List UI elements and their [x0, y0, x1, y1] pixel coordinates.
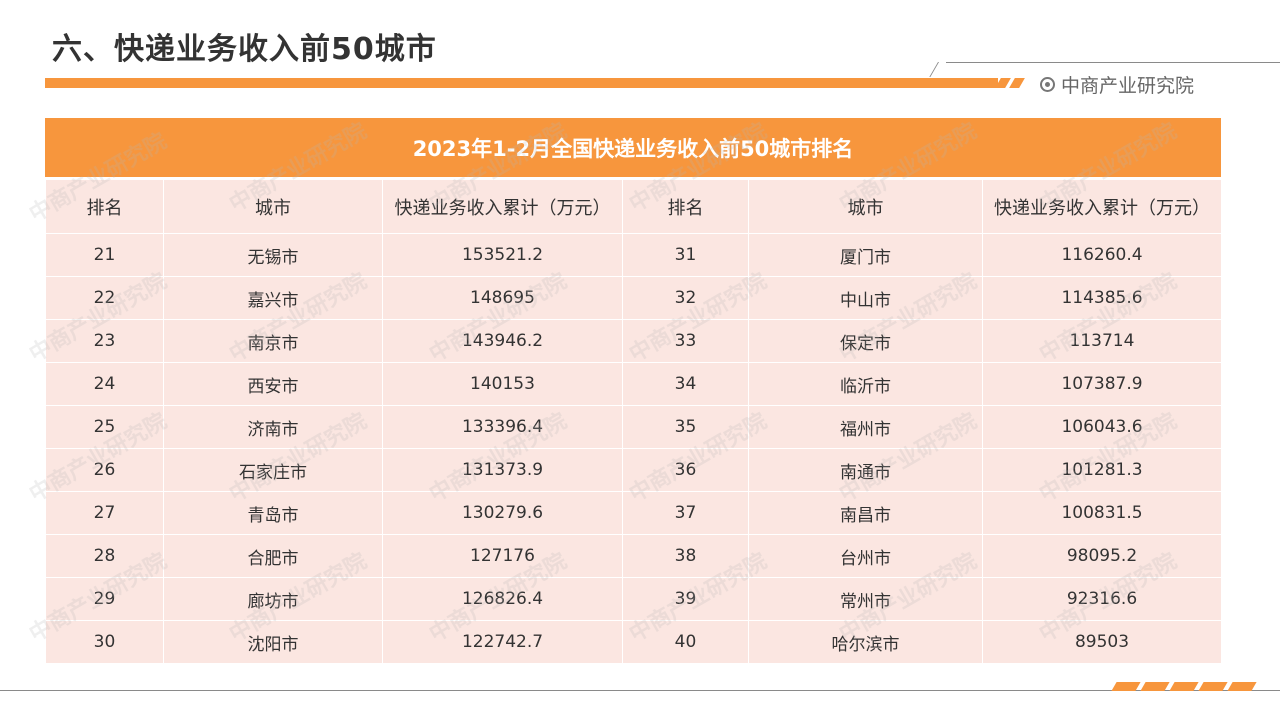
header-accent-bar — [45, 78, 998, 88]
cell-revenue-2: 101281.3 — [982, 448, 1222, 492]
cell-revenue-2: 98095.2 — [982, 534, 1222, 578]
cell-rank: 30 — [45, 620, 164, 664]
cell-revenue-2: 92316.6 — [982, 577, 1222, 621]
brand-logo: 中商产业研究院 — [1040, 71, 1194, 98]
cell-city: 西安市 — [163, 362, 383, 406]
cell-revenue: 153521.2 — [382, 233, 623, 277]
cell-revenue-2: 106043.6 — [982, 405, 1222, 449]
table-row: 29 廊坊市 126826.4 39 常州市 92316.6 — [45, 577, 1222, 621]
table-row: 21 无锡市 153521.2 31 厦门市 116260.4 — [45, 233, 1222, 277]
cell-rank: 28 — [45, 534, 164, 578]
cell-revenue: 131373.9 — [382, 448, 623, 492]
cell-city: 石家庄市 — [163, 448, 383, 492]
cell-rank-2: 34 — [622, 362, 749, 406]
table-header-row: 排名 城市 快递业务收入累计（万元） 排名 城市 快递业务收入累计（万元） — [45, 179, 1222, 234]
cell-rank: 25 — [45, 405, 164, 449]
cell-rank-2: 35 — [622, 405, 749, 449]
cell-city-2: 保定市 — [748, 319, 983, 363]
cell-revenue-2: 100831.5 — [982, 491, 1222, 535]
cell-rank: 26 — [45, 448, 164, 492]
cell-revenue-2: 107387.9 — [982, 362, 1222, 406]
cell-rank-2: 40 — [622, 620, 749, 664]
cell-revenue: 133396.4 — [382, 405, 623, 449]
cell-city: 无锡市 — [163, 233, 383, 277]
cell-city-2: 哈尔滨市 — [748, 620, 983, 664]
table-title: 2023年1-2月全国快递业务收入前50城市排名 — [45, 118, 1221, 179]
table-row: 24 西安市 140153 34 临沂市 107387.9 — [45, 362, 1222, 406]
table-body: 21 无锡市 153521.2 31 厦门市 116260.4 22 嘉兴市 148695 32 中… — [45, 233, 1222, 664]
cell-rank: 27 — [45, 491, 164, 535]
cell-city: 合肥市 — [163, 534, 383, 578]
cell-revenue: 140153 — [382, 362, 623, 406]
table-row: 27 青岛市 130279.6 37 南昌市 100831.5 — [45, 491, 1222, 535]
footer-stripes — [1111, 682, 1257, 691]
cell-city: 嘉兴市 — [163, 276, 383, 320]
table-row: 30 沈阳市 122742.7 40 哈尔滨市 89503 — [45, 620, 1222, 664]
cell-rank-2: 39 — [622, 577, 749, 621]
cell-revenue: 122742.7 — [382, 620, 623, 664]
cell-rank: 24 — [45, 362, 164, 406]
cell-rank: 21 — [45, 233, 164, 277]
cell-city-2: 中山市 — [748, 276, 983, 320]
header-line — [946, 62, 1280, 63]
brand-name: 中商产业研究院 — [1061, 75, 1195, 97]
cell-city-2: 常州市 — [748, 577, 983, 621]
cell-revenue: 148695 — [382, 276, 623, 320]
cell-city-2: 福州市 — [748, 405, 983, 449]
cell-city: 廊坊市 — [163, 577, 383, 621]
cell-rank-2: 32 — [622, 276, 749, 320]
table-row: 28 合肥市 127176 38 台州市 98095.2 — [45, 534, 1222, 578]
header-slant — [929, 62, 939, 77]
cell-revenue-2: 89503 — [982, 620, 1222, 664]
cell-rank-2: 31 — [622, 233, 749, 277]
cell-rank-2: 36 — [622, 448, 749, 492]
cell-revenue: 126826.4 — [382, 577, 623, 621]
cell-city-2: 临沂市 — [748, 362, 983, 406]
cell-rank: 22 — [45, 276, 164, 320]
cell-city-2: 南昌市 — [748, 491, 983, 535]
cell-city: 青岛市 — [163, 491, 383, 535]
cell-city: 南京市 — [163, 319, 383, 363]
cell-revenue: 127176 — [382, 534, 623, 578]
ranking-table-container: 2023年1-2月全国快递业务收入前50城市排名 排名 城市 快递业务收入累计（… — [45, 118, 1222, 664]
bottom-line — [0, 690, 1280, 691]
cell-rank: 29 — [45, 577, 164, 621]
cell-city: 沈阳市 — [163, 620, 383, 664]
header-city-2: 城市 — [748, 179, 983, 234]
ranking-table: 排名 城市 快递业务收入累计（万元） 排名 城市 快递业务收入累计（万元） 21… — [45, 179, 1222, 664]
cell-rank-2: 37 — [622, 491, 749, 535]
brand-circle-icon — [1040, 77, 1055, 92]
cell-revenue: 130279.6 — [382, 491, 623, 535]
page-title: 六、快递业务收入前50城市 — [52, 32, 437, 67]
header-rank-2: 排名 — [622, 179, 749, 234]
cell-city: 济南市 — [163, 405, 383, 449]
header-revenue-2: 快递业务收入累计（万元） — [982, 179, 1222, 234]
header-revenue: 快递业务收入累计（万元） — [382, 179, 623, 234]
table-row: 26 石家庄市 131373.9 36 南通市 101281.3 — [45, 448, 1222, 492]
table-row: 25 济南市 133396.4 35 福州市 106043.6 — [45, 405, 1222, 449]
cell-revenue: 143946.2 — [382, 319, 623, 363]
header-stripes — [995, 78, 1025, 88]
table-row: 23 南京市 143946.2 33 保定市 113714 — [45, 319, 1222, 363]
cell-rank-2: 33 — [622, 319, 749, 363]
header-city: 城市 — [163, 179, 383, 234]
cell-city-2: 台州市 — [748, 534, 983, 578]
header-rank: 排名 — [45, 179, 164, 234]
table-row: 22 嘉兴市 148695 32 中山市 114385.6 — [45, 276, 1222, 320]
cell-rank: 23 — [45, 319, 164, 363]
cell-revenue-2: 114385.6 — [982, 276, 1222, 320]
cell-city-2: 厦门市 — [748, 233, 983, 277]
cell-revenue-2: 113714 — [982, 319, 1222, 363]
cell-city-2: 南通市 — [748, 448, 983, 492]
cell-rank-2: 38 — [622, 534, 749, 578]
cell-revenue-2: 116260.4 — [982, 233, 1222, 277]
